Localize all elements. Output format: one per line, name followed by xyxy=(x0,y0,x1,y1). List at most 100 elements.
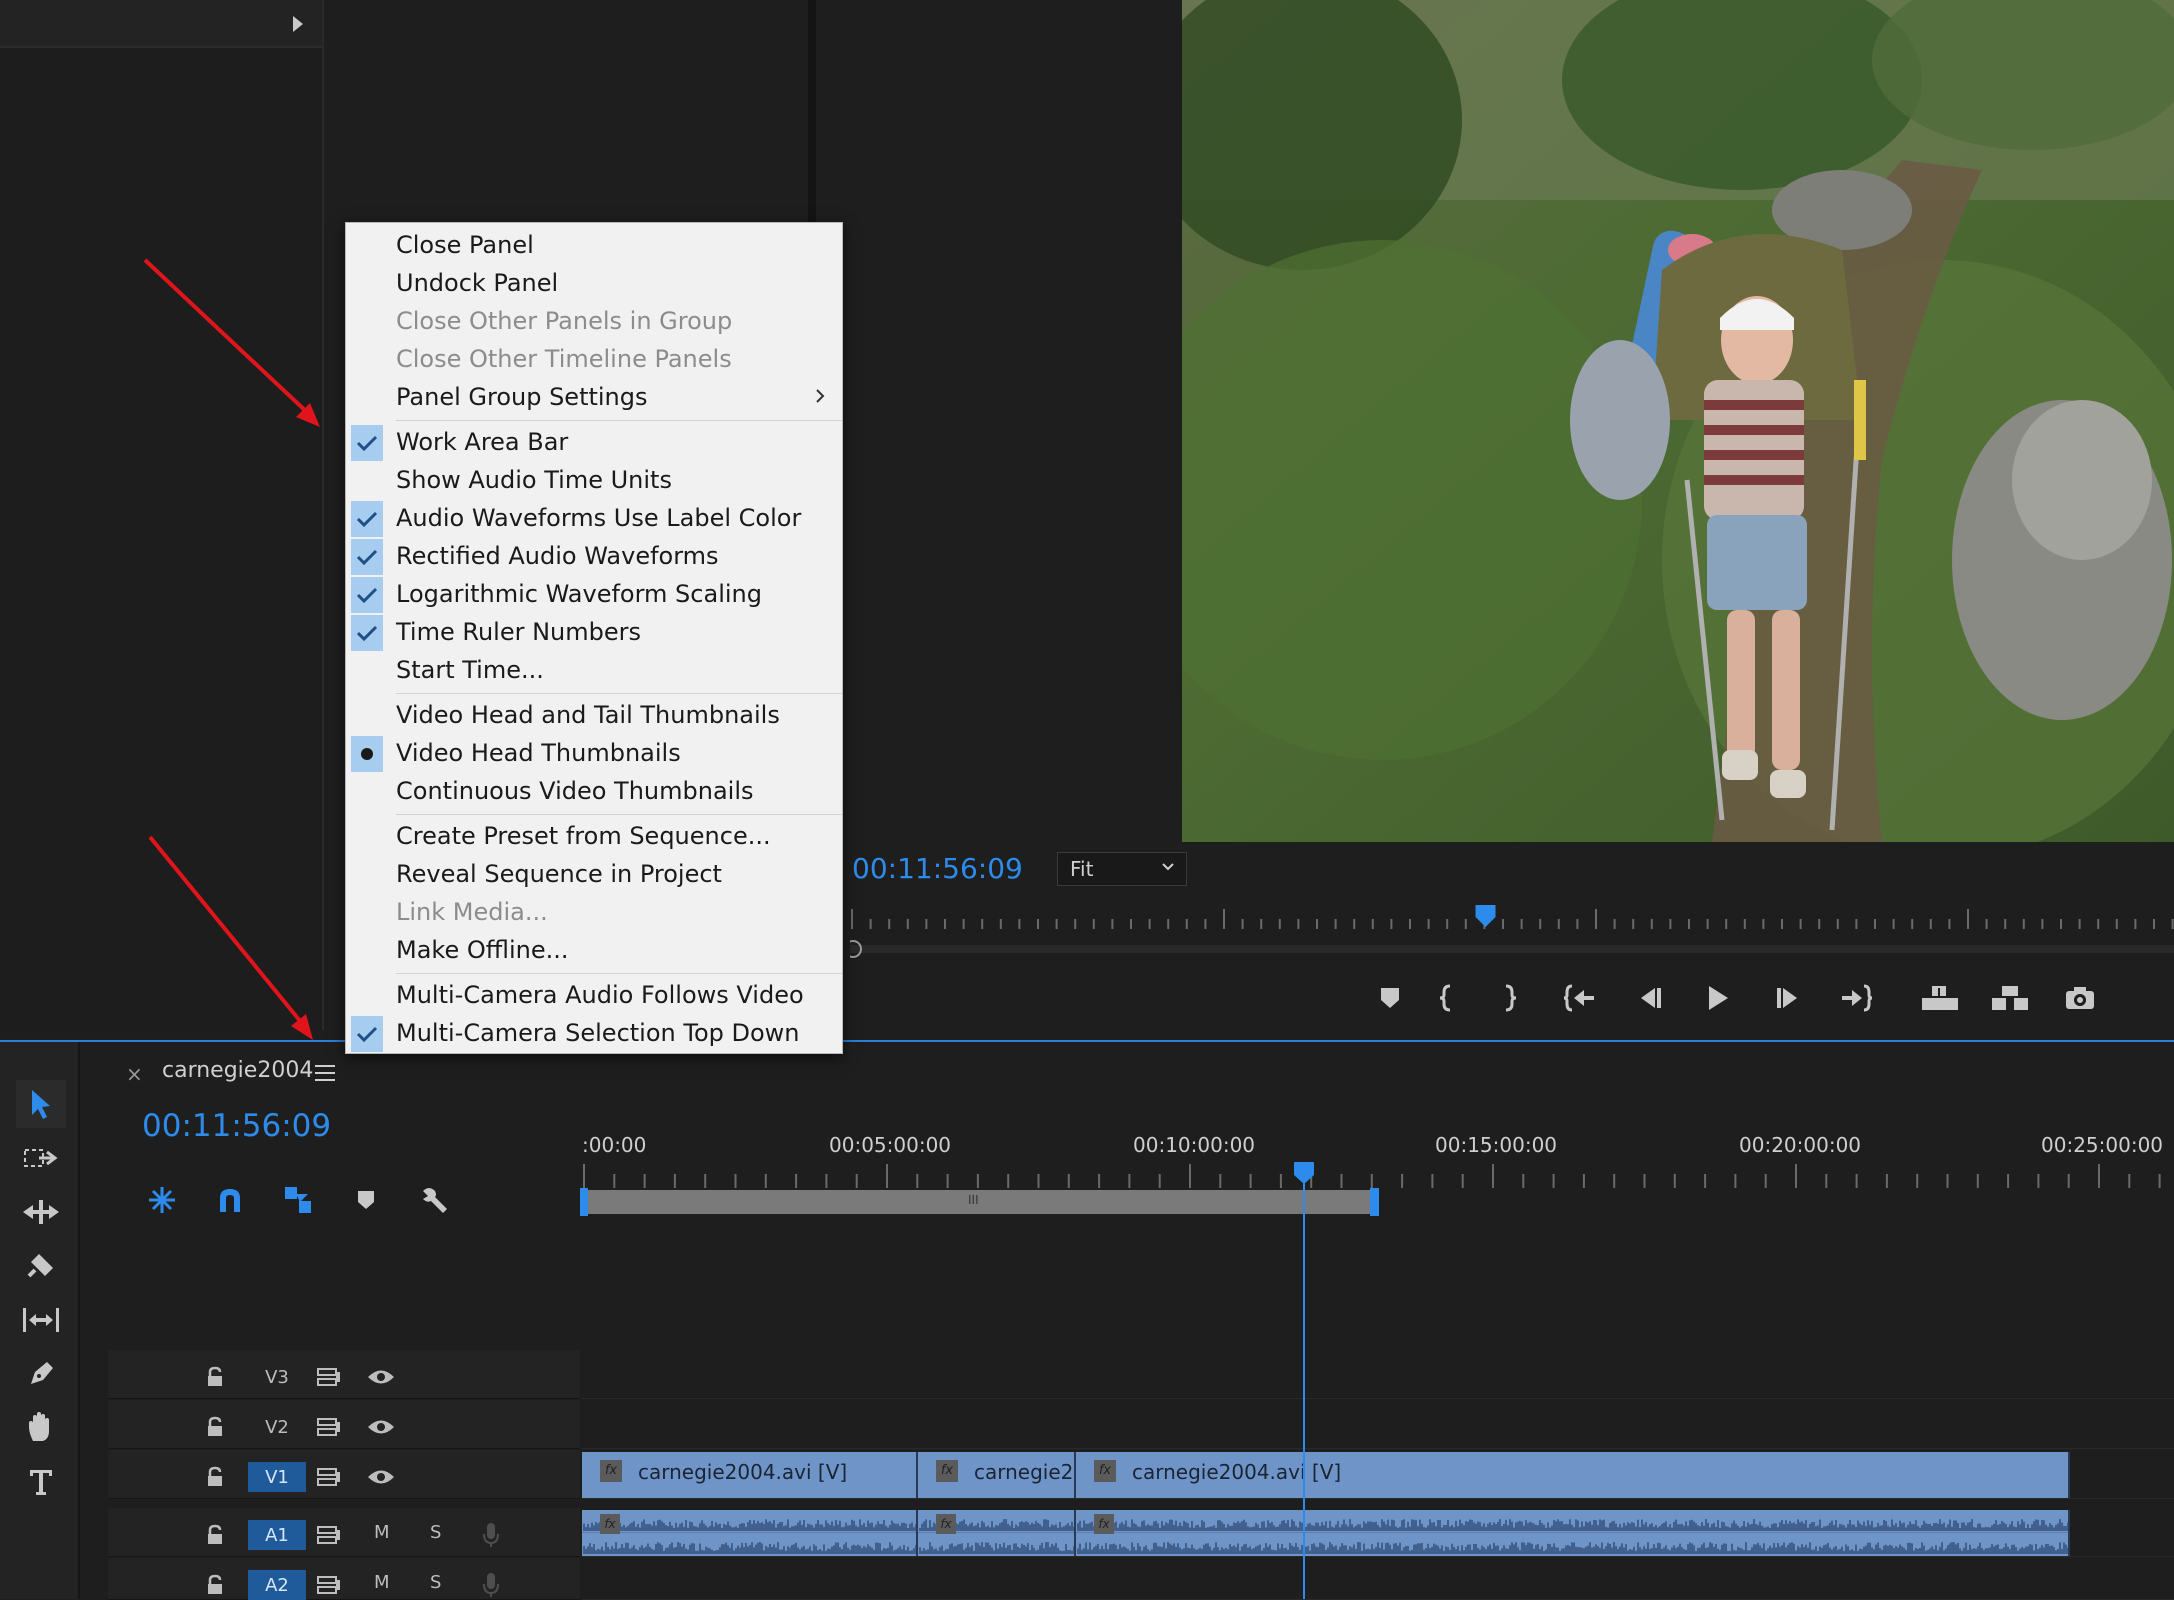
marker-icon[interactable] xyxy=(1370,978,1410,1018)
audio-clip[interactable]: fx xyxy=(1076,1510,2070,1556)
solo-button[interactable]: S xyxy=(430,1572,441,1593)
fx-badge-icon[interactable]: fx xyxy=(600,1460,622,1482)
mute-button[interactable]: M xyxy=(374,1572,390,1593)
sync-lock-icon[interactable] xyxy=(314,1520,344,1550)
wrench-icon[interactable] xyxy=(414,1180,454,1220)
sync-lock-icon[interactable] xyxy=(314,1412,344,1442)
menu-item[interactable]: Rectified Audio Waveforms xyxy=(346,538,842,576)
work-area-bar[interactable] xyxy=(582,1190,1378,1214)
slip-icon[interactable] xyxy=(16,1296,66,1344)
sequence-timecode[interactable]: 00:11:56:09 xyxy=(142,1108,331,1144)
eye-icon[interactable] xyxy=(366,1362,396,1392)
menu-item-label: Start Time... xyxy=(396,656,544,684)
add-marker-icon[interactable] xyxy=(346,1180,386,1220)
menu-item[interactable]: Video Head and Tail Thumbnails xyxy=(346,697,842,735)
step-forward-icon[interactable] xyxy=(1768,978,1808,1018)
playhead-line[interactable] xyxy=(1303,1168,1305,1599)
menu-item[interactable]: Continuous Video Thumbnails xyxy=(346,773,842,811)
track-name[interactable]: A1 xyxy=(248,1520,306,1550)
menu-item[interactable]: Undock Panel xyxy=(346,265,842,303)
pen-icon[interactable] xyxy=(16,1350,66,1398)
menu-item[interactable]: Make Offline... xyxy=(346,932,842,970)
hand-icon[interactable] xyxy=(16,1404,66,1452)
lock-icon[interactable] xyxy=(200,1462,230,1492)
menu-item[interactable]: Link Media... xyxy=(346,894,842,932)
sync-lock-icon[interactable] xyxy=(314,1362,344,1392)
fx-badge-icon[interactable]: fx xyxy=(1094,1460,1116,1482)
track-lane-v3[interactable] xyxy=(582,1350,2174,1399)
track-name[interactable]: V3 xyxy=(248,1362,306,1392)
video-clip[interactable]: fx carnegie2004.avi [V] xyxy=(1076,1452,2070,1498)
close-tab-icon[interactable]: × xyxy=(126,1062,143,1086)
menu-item[interactable]: Panel Group Settings xyxy=(346,379,842,417)
menu-item[interactable]: Multi-Camera Selection Top Down xyxy=(346,1015,842,1053)
fx-badge-icon[interactable]: fx xyxy=(600,1514,620,1534)
track-name[interactable]: V1 xyxy=(248,1462,306,1492)
zoom-fit-select[interactable]: Fit xyxy=(1057,852,1187,886)
work-area-in-handle[interactable] xyxy=(580,1188,588,1216)
fx-badge-icon[interactable]: fx xyxy=(936,1514,956,1534)
go-to-out-icon[interactable] xyxy=(1836,978,1876,1018)
menu-item[interactable]: Start Time... xyxy=(346,652,842,690)
fx-badge-icon[interactable]: fx xyxy=(936,1460,958,1482)
sync-lock-icon[interactable] xyxy=(314,1462,344,1492)
menu-item[interactable]: Show Audio Time Units xyxy=(346,462,842,500)
sync-lock-icon[interactable] xyxy=(314,1570,344,1600)
type-icon[interactable] xyxy=(16,1458,66,1506)
menu-item[interactable]: Reveal Sequence in Project xyxy=(346,856,842,894)
program-zoom-scrollbar[interactable] xyxy=(850,940,2174,958)
expand-arrow-icon[interactable] xyxy=(290,14,306,34)
track-select-icon[interactable] xyxy=(16,1134,66,1182)
program-time-ruler[interactable] xyxy=(850,905,2174,935)
lift-icon[interactable] xyxy=(1920,978,1960,1018)
timeline-time-ruler[interactable] xyxy=(582,1160,2174,1190)
audio-clip[interactable]: fx xyxy=(582,1510,918,1556)
linked-selection-icon[interactable] xyxy=(278,1180,318,1220)
snap-icon[interactable] xyxy=(210,1180,250,1220)
selection-tool-icon[interactable] xyxy=(16,1080,66,1128)
menu-item[interactable]: Work Area Bar xyxy=(346,424,842,462)
solo-button[interactable]: S xyxy=(430,1522,441,1543)
menu-item[interactable]: Close Other Panels in Group xyxy=(346,303,842,341)
menu-item[interactable]: Close Panel xyxy=(346,227,842,265)
camera-icon[interactable] xyxy=(2060,978,2100,1018)
menu-item[interactable]: Video Head Thumbnails xyxy=(346,735,842,773)
menu-item[interactable]: Logarithmic Waveform Scaling xyxy=(346,576,842,614)
mute-button[interactable]: M xyxy=(374,1522,390,1543)
mark-out-icon[interactable] xyxy=(1490,978,1530,1018)
menu-item[interactable]: Create Preset from Sequence... xyxy=(346,818,842,856)
lock-icon[interactable] xyxy=(200,1362,230,1392)
nest-icon[interactable] xyxy=(142,1180,182,1220)
menu-item[interactable]: Multi-Camera Audio Follows Video xyxy=(346,977,842,1015)
lock-icon[interactable] xyxy=(200,1570,230,1600)
lock-icon[interactable] xyxy=(200,1520,230,1550)
track-lane-v2[interactable] xyxy=(582,1400,2174,1449)
razor-icon[interactable] xyxy=(16,1242,66,1290)
track-name[interactable]: V2 xyxy=(248,1412,306,1442)
audio-clip[interactable]: fx xyxy=(918,1510,1076,1556)
track-name[interactable]: A2 xyxy=(248,1570,306,1600)
video-clip[interactable]: fx carnegie2004.avi [V] xyxy=(582,1452,918,1498)
play-icon[interactable] xyxy=(1698,978,1738,1018)
menu-item[interactable]: Time Ruler Numbers xyxy=(346,614,842,652)
panel-menu-icon[interactable] xyxy=(312,1060,338,1086)
go-to-in-icon[interactable] xyxy=(1560,978,1600,1018)
track-lane-a2[interactable] xyxy=(582,1558,2174,1600)
video-clip[interactable]: fx carnegie20 xyxy=(918,1452,1076,1498)
extract-icon[interactable] xyxy=(1990,978,2030,1018)
microphone-icon[interactable] xyxy=(476,1570,506,1600)
mark-in-icon[interactable] xyxy=(1426,978,1466,1018)
ripple-edit-icon[interactable] xyxy=(16,1188,66,1236)
sequence-tab-name[interactable]: carnegie2004 xyxy=(162,1058,313,1083)
menu-item[interactable]: Close Other Timeline Panels xyxy=(346,341,842,379)
fx-badge-icon[interactable]: fx xyxy=(1094,1514,1114,1534)
step-back-icon[interactable] xyxy=(1630,978,1670,1018)
playhead-handle[interactable] xyxy=(1293,1161,1315,1185)
eye-icon[interactable] xyxy=(366,1462,396,1492)
work-area-out-handle[interactable] xyxy=(1370,1188,1379,1216)
menu-item[interactable]: Audio Waveforms Use Label Color xyxy=(346,500,842,538)
eye-icon[interactable] xyxy=(366,1412,396,1442)
program-timecode[interactable]: 00:11:56:09 xyxy=(852,852,1023,885)
lock-icon[interactable] xyxy=(200,1412,230,1442)
microphone-icon[interactable] xyxy=(476,1520,506,1550)
